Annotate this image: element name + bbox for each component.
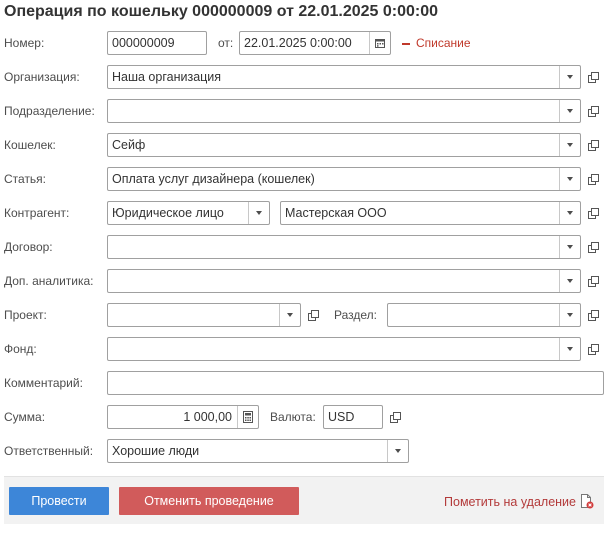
page-title: Операция по кошельку 000000009 от 22.01.… <box>4 3 439 20</box>
open-form-icon[interactable] <box>584 304 602 326</box>
number-field[interactable]: 000000009 <box>107 31 207 55</box>
counterparty-field[interactable]: Мастерская ООО <box>280 201 581 225</box>
open-form-icon[interactable] <box>584 236 602 258</box>
wallet-field[interactable]: Сейф <box>107 133 581 157</box>
counterparty-value: Мастерская ООО <box>285 206 387 220</box>
chevron-down-icon[interactable] <box>559 202 580 224</box>
chevron-down-icon[interactable] <box>559 270 580 292</box>
mark-delete-label: Пометить на удаление <box>444 494 576 509</box>
responsible-field[interactable]: Хорошие люди <box>107 439 409 463</box>
currency-value: USD <box>328 410 355 424</box>
open-form-icon[interactable] <box>304 304 322 326</box>
department-field[interactable] <box>107 99 581 123</box>
calendar-icon[interactable] <box>369 32 390 54</box>
open-form-icon[interactable] <box>584 66 602 88</box>
mark-delete-link[interactable]: Пометить на удаление <box>444 494 594 509</box>
operation-type-label: Списание <box>416 36 471 50</box>
chevron-down-icon[interactable] <box>559 236 580 258</box>
operation-type-link[interactable]: Списание <box>402 36 471 50</box>
delete-document-icon <box>581 494 594 509</box>
unpost-button[interactable]: Отменить проведение <box>119 487 299 515</box>
comment-field[interactable] <box>107 371 604 395</box>
number-label: Номер: <box>4 36 45 50</box>
department-label: Подразделение: <box>4 104 95 118</box>
chevron-down-icon[interactable] <box>559 304 580 326</box>
analytics-field[interactable] <box>107 269 581 293</box>
counterparty-type-value: Юридическое лицо <box>112 206 224 220</box>
project-field[interactable] <box>107 303 301 327</box>
open-form-icon[interactable] <box>584 270 602 292</box>
organization-value: Наша организация <box>112 70 222 84</box>
chevron-down-icon[interactable] <box>559 134 580 156</box>
open-form-icon[interactable] <box>584 100 602 122</box>
organization-field[interactable]: Наша организация <box>107 65 581 89</box>
open-form-icon[interactable] <box>584 168 602 190</box>
currency-label: Валюта: <box>270 410 316 424</box>
chevron-down-icon[interactable] <box>279 304 300 326</box>
chevron-down-icon[interactable] <box>559 168 580 190</box>
organization-label: Организация: <box>4 70 80 84</box>
calculator-icon[interactable] <box>237 406 258 428</box>
section-field[interactable] <box>387 303 581 327</box>
counterparty-label: Контрагент: <box>4 206 70 220</box>
date-label: от: <box>218 36 234 50</box>
amount-field[interactable]: 1 000,00 <box>107 405 259 429</box>
responsible-value: Хорошие люди <box>112 444 200 458</box>
fund-label: Фонд: <box>4 342 37 356</box>
open-form-icon[interactable] <box>584 134 602 156</box>
post-button[interactable]: Провести <box>9 487 109 515</box>
section-label: Раздел: <box>334 308 377 322</box>
article-field[interactable]: Оплата услуг дизайнера (кошелек) <box>107 167 581 191</box>
project-label: Проект: <box>4 308 47 322</box>
amount-label: Сумма: <box>4 410 46 424</box>
minus-icon <box>402 42 410 45</box>
counterparty-type-field[interactable]: Юридическое лицо <box>107 201 270 225</box>
wallet-value: Сейф <box>112 138 146 152</box>
article-label: Статья: <box>4 172 47 186</box>
article-value: Оплата услуг дизайнера (кошелек) <box>112 172 315 186</box>
chevron-down-icon[interactable] <box>248 202 269 224</box>
chevron-down-icon[interactable] <box>559 66 580 88</box>
contract-label: Договор: <box>4 240 53 254</box>
wallet-label: Кошелек: <box>4 138 56 152</box>
date-field[interactable]: 22.01.2025 0:00:00 <box>239 31 391 55</box>
contract-field[interactable] <box>107 235 581 259</box>
open-form-icon[interactable] <box>584 338 602 360</box>
analytics-label: Доп. аналитика: <box>4 274 94 288</box>
date-value: 22.01.2025 0:00:00 <box>244 36 352 50</box>
fund-field[interactable] <box>107 337 581 361</box>
command-bar: Провести Отменить проведение Пометить на… <box>4 476 604 524</box>
chevron-down-icon[interactable] <box>559 338 580 360</box>
open-form-icon[interactable] <box>386 406 404 428</box>
open-form-icon[interactable] <box>584 202 602 224</box>
chevron-down-icon[interactable] <box>387 440 408 462</box>
amount-value: 1 000,00 <box>183 410 232 424</box>
comment-label: Комментарий: <box>4 376 83 390</box>
currency-field[interactable]: USD <box>323 405 383 429</box>
responsible-label: Ответственный: <box>4 444 94 458</box>
number-value: 000000009 <box>112 36 175 50</box>
chevron-down-icon[interactable] <box>559 100 580 122</box>
